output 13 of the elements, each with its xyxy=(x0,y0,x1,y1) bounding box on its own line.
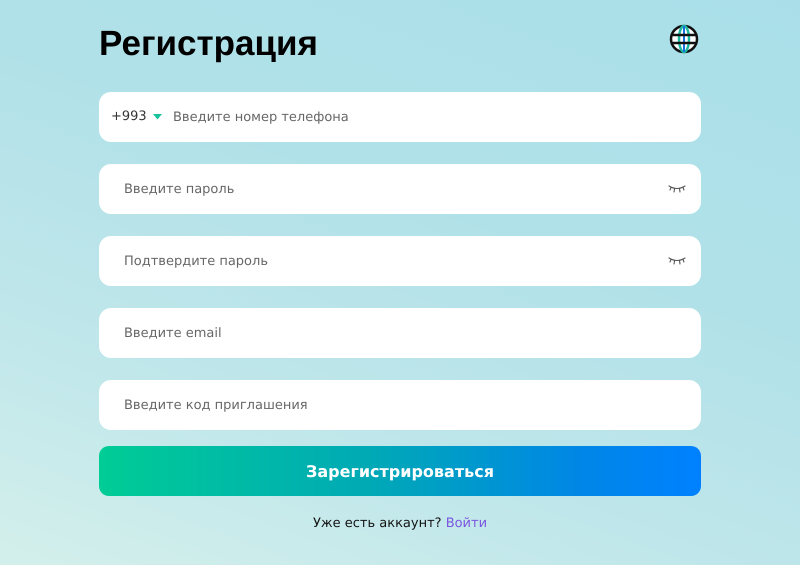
country-code-dropdown[interactable]: +993 xyxy=(111,109,162,124)
password-field[interactable]: Введите пароль xyxy=(99,164,701,214)
closed-eye-icon[interactable] xyxy=(668,184,686,194)
page-title: Регистрация xyxy=(99,24,318,64)
register-button[interactable]: Зарегистрироваться xyxy=(99,446,701,496)
input-field[interactable]: Введите email xyxy=(99,308,701,358)
footer-text: Уже есть аккаунт? xyxy=(312,516,442,531)
closed-eye-icon[interactable] xyxy=(668,256,686,266)
login-link[interactable]: Войти xyxy=(446,516,488,531)
caret-icon xyxy=(152,114,162,120)
globe-icon[interactable] xyxy=(669,24,699,54)
password-field[interactable]: Подтвердите пароль xyxy=(99,236,701,286)
input-field[interactable]: Введите код приглашения xyxy=(99,380,701,430)
